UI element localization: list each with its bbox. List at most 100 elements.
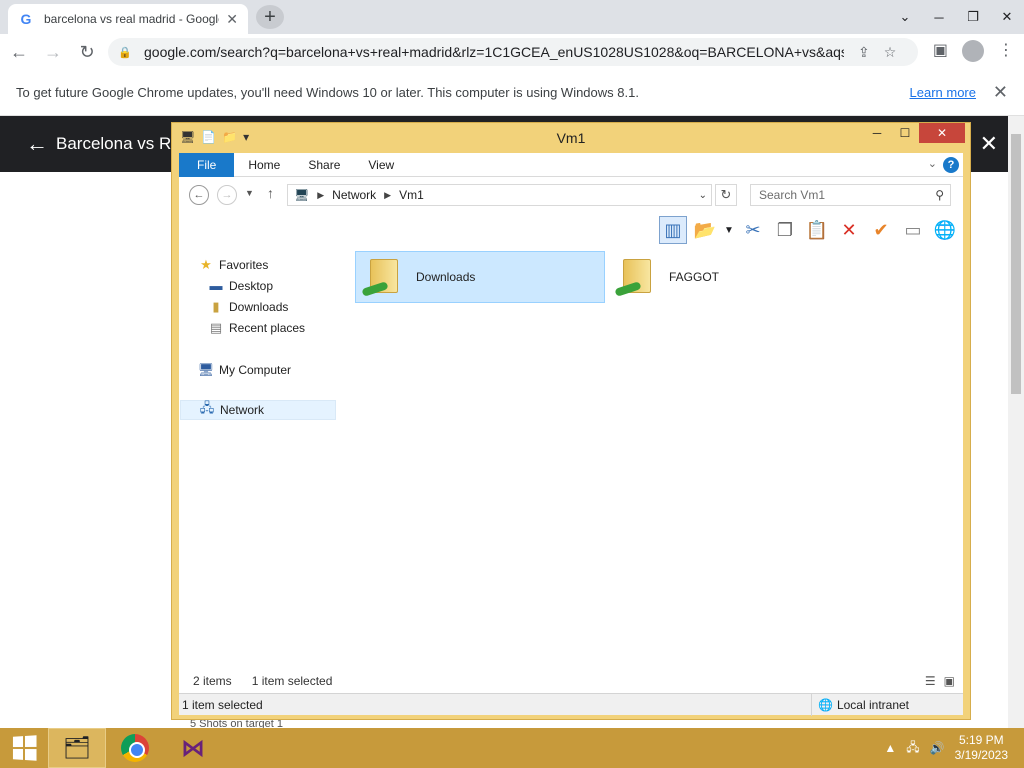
nav-my-computer-label: My Computer — [219, 363, 292, 377]
page-scrollbar[interactable] — [1008, 116, 1024, 728]
globe-icon[interactable]: 🌐 — [931, 216, 959, 244]
volume-icon[interactable]: 🔊 — [930, 741, 945, 755]
recent-locations-dropdown-icon[interactable]: ▼ — [245, 188, 254, 198]
nav-downloads[interactable]: ▮ Downloads — [207, 299, 288, 315]
ribbon-tabs: File Home Share View ⌄ ? — [179, 152, 963, 177]
breadcrumb-vm1[interactable]: Vm1 — [399, 188, 424, 202]
clock[interactable]: 5:19 PM 3/19/2023 — [955, 733, 1008, 763]
refresh-button[interactable]: ↻ — [715, 184, 737, 206]
cut-icon[interactable]: ✂ — [739, 216, 767, 244]
menu-kebab-icon[interactable]: ⋮ — [998, 40, 1014, 62]
command-icons: ▥ 📂 ▼ ✂ ❐ 📋 ✕ ✔ ▭ 🌐 — [659, 216, 959, 244]
preview-pane-icon[interactable]: ▥ — [659, 216, 687, 244]
network-tray-icon[interactable]: 🖧 — [906, 738, 919, 759]
nav-desktop-label: Desktop — [229, 278, 274, 293]
help-icon[interactable]: ? — [943, 157, 959, 173]
update-infobar: To get future Google Chrome updates, you… — [0, 70, 1024, 116]
url-text[interactable]: google.com/search?q=barcelona+vs+real+ma… — [144, 44, 844, 60]
large-icons-view-icon[interactable]: ▣ — [944, 674, 955, 688]
properties-folder-icon[interactable]: 📂 — [691, 216, 719, 244]
tab-search-icon[interactable]: ⌄ — [888, 0, 922, 34]
dropdown-icon[interactable]: ▼ — [723, 216, 735, 244]
explorer-back-button[interactable]: ← — [189, 185, 209, 205]
reload-button[interactable]: ↻ — [72, 37, 102, 67]
clock-date: 3/19/2023 — [954, 748, 1008, 762]
explorer-window-controls: ─ ☐ ✕ — [863, 123, 965, 143]
paste-icon[interactable]: 📋 — [803, 216, 831, 244]
tab-view[interactable]: View — [354, 153, 408, 177]
security-zone: 🌐 Local intranet — [811, 694, 909, 716]
page-close-icon[interactable]: ✕ — [980, 131, 998, 157]
address-bar[interactable]: 🔒 google.com/search?q=barcelona+vs+real+… — [108, 38, 918, 66]
explorer-titlebar[interactable]: 🖥 📄 📁 ▾ Vm1 ─ ☐ ✕ — [172, 123, 970, 153]
ribbon-expand-icon[interactable]: ⌄ — [928, 157, 937, 170]
tab-google-search[interactable]: G barcelona vs real madrid - Google Sear… — [8, 4, 248, 34]
nav-recent-places[interactable]: ▤ Recent places — [207, 320, 305, 336]
lock-icon[interactable]: 🔒 — [118, 46, 132, 59]
nav-network[interactable]: 🖧 Network — [180, 400, 336, 420]
taskbar-visual-studio[interactable]: ⋈ — [164, 728, 222, 768]
tab-share[interactable]: Share — [294, 153, 354, 177]
item-count-row: 2 items 1 item selected ☰ ▣ — [179, 669, 963, 693]
search-icon[interactable]: ⚲ — [935, 188, 944, 202]
profile-avatar[interactable] — [962, 40, 984, 62]
minimize-button[interactable]: ─ — [922, 0, 956, 34]
explorer-address-bar[interactable]: 🖥 ▶ Network ▶ Vm1 ⌄ — [287, 184, 712, 206]
forward-button[interactable]: → — [38, 37, 68, 67]
breadcrumb-separator-icon[interactable]: ▶ — [384, 190, 391, 201]
taskbar-file-explorer[interactable]: 🗂 — [48, 728, 106, 768]
tab-home[interactable]: Home — [234, 153, 294, 177]
tab-file[interactable]: File — [179, 152, 235, 177]
google-favicon-icon: G — [20, 11, 32, 27]
taskbar-chrome[interactable] — [106, 728, 164, 768]
downloads-folder-icon: ▮ — [212, 299, 220, 314]
breadcrumb-network[interactable]: Network — [332, 188, 376, 202]
learn-more-link[interactable]: Learn more — [910, 85, 976, 100]
share-icon[interactable]: ⇪ — [858, 44, 870, 61]
nav-favorites[interactable]: ★ Favorites — [197, 257, 268, 273]
nav-desktop[interactable]: ▬ Desktop — [207, 278, 274, 293]
navigation-pane: ★ Favorites ▬ Desktop ▮ Downloads ▤ Rece… — [179, 247, 339, 669]
statusbar-selection: 1 item selected — [182, 697, 263, 712]
back-button[interactable]: ← — [4, 37, 34, 67]
explorer-forward-button[interactable]: → — [217, 185, 237, 205]
tab-strip: G barcelona vs real madrid - Google Sear… — [0, 0, 1024, 34]
file-item-faggot[interactable]: FAGGOT — [609, 251, 859, 303]
tab-close-icon[interactable]: ✕ — [226, 11, 238, 28]
explorer-close-button[interactable]: ✕ — [919, 123, 965, 143]
file-explorer-icon: 🗂 — [63, 735, 91, 760]
details-view-icon[interactable]: ☰ — [925, 674, 936, 688]
command-bar: ▥ 📂 ▼ ✂ ❐ 📋 ✕ ✔ ▭ 🌐 — [179, 213, 963, 247]
back-arrow-icon[interactable]: ← — [26, 131, 48, 157]
address-row: ← → ▼ ↑ 🖥 ▶ Network ▶ Vm1 ⌄ ↻ Search Vm1… — [179, 177, 963, 213]
address-dropdown-icon[interactable]: ⌄ — [699, 190, 707, 201]
visual-studio-icon: ⋈ — [181, 734, 205, 762]
file-name: Downloads — [416, 270, 476, 284]
show-hidden-icons-icon[interactable]: ▲ — [884, 741, 896, 755]
new-tab-button[interactable]: + — [256, 5, 284, 29]
star-icon: ★ — [200, 257, 212, 272]
explorer-minimize-button[interactable]: ─ — [863, 123, 891, 143]
delete-icon[interactable]: ✕ — [835, 216, 863, 244]
restore-button[interactable]: ❐ — [956, 0, 990, 34]
tab-title: barcelona vs real madrid - Google Search — [44, 12, 219, 26]
breadcrumb-separator-icon[interactable]: ▶ — [317, 190, 324, 201]
chrome-window-controls: ⌄ ─ ❐ ✕ — [888, 0, 1024, 34]
start-button[interactable] — [0, 728, 48, 768]
bookmark-star-icon[interactable]: ☆ — [884, 44, 897, 61]
search-placeholder: Search Vm1 — [759, 188, 826, 202]
checkmark-icon[interactable]: ✔ — [867, 216, 895, 244]
search-input[interactable]: Search Vm1 ⚲ — [750, 184, 951, 206]
close-window-button[interactable]: ✕ — [990, 0, 1024, 34]
rename-icon[interactable]: ▭ — [899, 216, 927, 244]
nav-my-computer[interactable]: 🖥 My Computer — [197, 362, 291, 378]
up-arrow-icon[interactable]: ↑ — [267, 185, 274, 201]
file-item-downloads[interactable]: Downloads — [355, 251, 605, 303]
scrollbar-thumb[interactable] — [1011, 134, 1021, 394]
explorer-maximize-button[interactable]: ☐ — [891, 123, 919, 143]
copy-icon[interactable]: ❐ — [771, 216, 799, 244]
recent-places-icon: ▤ — [209, 320, 223, 335]
infobar-close-icon[interactable]: ✕ — [993, 82, 1008, 103]
file-name: FAGGOT — [669, 270, 720, 284]
side-panel-icon[interactable]: ▣ — [933, 40, 948, 62]
